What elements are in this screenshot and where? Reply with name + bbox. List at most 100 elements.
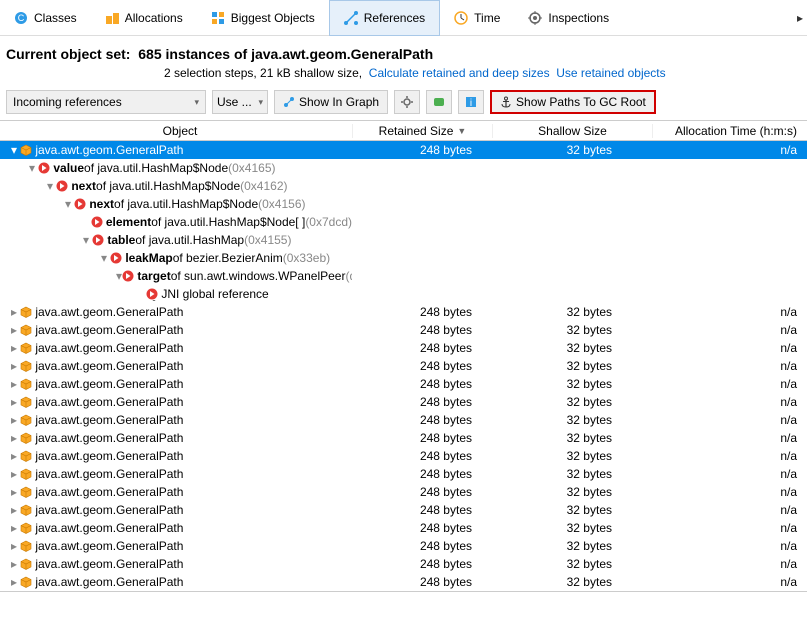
heap-button[interactable] (426, 90, 452, 114)
view-tabs: C Classes Allocations Biggest Objects Re… (0, 0, 807, 36)
allocations-icon (105, 11, 119, 25)
tab-overflow-button[interactable]: ▸ (797, 11, 807, 25)
tree-row[interactable]: ▸ java.awt.geom.GeneralPath248 bytes32 b… (0, 537, 807, 555)
use-dropdown[interactable]: Use ...▾ (212, 90, 268, 114)
tree-row[interactable]: ▸ java.awt.geom.GeneralPath248 bytes32 b… (0, 429, 807, 447)
alloc-time: n/a (652, 467, 807, 481)
object-icon (20, 504, 32, 516)
tab-allocations[interactable]: Allocations (91, 0, 197, 36)
twisty-closed[interactable]: ▸ (8, 449, 20, 463)
twisty-closed[interactable]: ▸ (8, 359, 20, 373)
object-icon (20, 576, 32, 588)
twisty-open[interactable]: ▾ (62, 197, 74, 211)
tree-row[interactable]: ▸ java.awt.geom.GeneralPath248 bytes32 b… (0, 483, 807, 501)
tree-row[interactable]: ▾ next of java.util.HashMap$Node (0x4156… (0, 195, 807, 213)
object-icon (20, 432, 32, 444)
twisty-closed[interactable]: ▸ (8, 485, 20, 499)
object-label: java.awt.geom.GeneralPath (35, 431, 183, 445)
twisty-closed[interactable]: ▸ (8, 341, 20, 355)
twisty-open[interactable]: ▾ (98, 251, 110, 265)
settings-button[interactable] (394, 90, 420, 114)
reference-icon (122, 270, 134, 282)
shallow-size: 32 bytes (492, 539, 652, 553)
reference-type-dropdown[interactable]: Incoming references▾ (6, 90, 206, 114)
alloc-time: n/a (652, 485, 807, 499)
tree-row[interactable]: ▸ java.awt.geom.GeneralPath248 bytes32 b… (0, 573, 807, 591)
chevron-down-icon: ▾ (258, 97, 263, 108)
tree-row[interactable]: ▸ java.awt.geom.GeneralPath248 bytes32 b… (0, 303, 807, 321)
tree-row[interactable]: ▸ java.awt.geom.GeneralPath248 bytes32 b… (0, 447, 807, 465)
tree-row[interactable]: ▸ java.awt.geom.GeneralPath248 bytes32 b… (0, 465, 807, 483)
shallow-size: 32 bytes (492, 359, 652, 373)
object-label: of java.util.HashMap$Node (114, 197, 258, 211)
link-use-retained[interactable]: Use retained objects (556, 66, 665, 80)
twisty-closed[interactable]: ▸ (8, 521, 20, 535)
tree-row[interactable]: ▸ java.awt.geom.GeneralPath248 bytes32 b… (0, 375, 807, 393)
alloc-time: n/a (652, 341, 807, 355)
object-label: java.awt.geom.GeneralPath (35, 485, 183, 499)
chevron-down-icon: ▾ (194, 97, 199, 108)
twisty-closed[interactable]: ▸ (8, 467, 20, 481)
object-icon (20, 450, 32, 462)
col-shallow[interactable]: Shallow Size (492, 124, 652, 138)
show-in-graph-button[interactable]: Show In Graph (274, 90, 388, 114)
twisty-closed[interactable]: ▸ (8, 305, 20, 319)
twisty-closed[interactable]: ▸ (8, 557, 20, 571)
shallow-size: 32 bytes (492, 395, 652, 409)
show-paths-to-gc-root-button[interactable]: Show Paths To GC Root (490, 90, 656, 114)
tree-row[interactable]: element of java.util.HashMap$Node[ ] (0x… (0, 213, 807, 231)
tab-biggest-objects[interactable]: Biggest Objects (197, 0, 329, 36)
tree-row[interactable]: ▸ java.awt.geom.GeneralPath248 bytes32 b… (0, 357, 807, 375)
object-label: of java.util.HashMap$Node (96, 179, 240, 193)
time-icon (454, 11, 468, 25)
tree-row[interactable]: ▸ java.awt.geom.GeneralPath248 bytes32 b… (0, 393, 807, 411)
retained-size: 248 bytes (352, 143, 492, 157)
twisty-closed[interactable]: ▸ (8, 575, 20, 589)
twisty-open[interactable]: ▾ (44, 179, 56, 193)
col-object[interactable]: Object (0, 124, 352, 138)
tree-row[interactable]: ▸ java.awt.geom.GeneralPath248 bytes32 b… (0, 555, 807, 573)
twisty-closed[interactable]: ▸ (8, 323, 20, 337)
alloc-time: n/a (652, 377, 807, 391)
info-button[interactable]: i (458, 90, 484, 114)
tree-row[interactable]: ▸ java.awt.geom.GeneralPath248 bytes32 b… (0, 519, 807, 537)
tree-row[interactable]: JNI global reference (0, 285, 807, 303)
tree-row[interactable]: ▾ next of java.util.HashMap$Node (0x4162… (0, 177, 807, 195)
retained-size: 248 bytes (352, 467, 492, 481)
twisty-open[interactable]: ▾ (80, 233, 92, 247)
retained-size: 248 bytes (352, 377, 492, 391)
tree-row[interactable]: ▸ java.awt.geom.GeneralPath248 bytes32 b… (0, 321, 807, 339)
twisty-closed[interactable]: ▸ (8, 431, 20, 445)
col-alloc[interactable]: Allocation Time (h:m:s) (652, 124, 807, 138)
tree-row[interactable]: ▾ table of java.util.HashMap (0x4155) (0, 231, 807, 249)
twisty-closed[interactable]: ▸ (8, 503, 20, 517)
object-address: (0x4155) (244, 233, 291, 247)
twisty-closed[interactable]: ▸ (8, 395, 20, 409)
tree-row[interactable]: ▾ java.awt.geom.GeneralPath248 bytes32 b… (0, 141, 807, 159)
link-calculate-sizes[interactable]: Calculate retained and deep sizes (369, 66, 550, 80)
tree-row[interactable]: ▸ java.awt.geom.GeneralPath248 bytes32 b… (0, 411, 807, 429)
col-retained[interactable]: Retained Size ▼ (352, 124, 492, 138)
tree-row[interactable]: ▾ target of sun.awt.windows.WPanelPeer (… (0, 267, 807, 285)
object-icon (20, 396, 32, 408)
twisty-closed[interactable]: ▸ (8, 413, 20, 427)
twisty-closed[interactable]: ▸ (8, 377, 20, 391)
alloc-time: n/a (652, 395, 807, 409)
alloc-time: n/a (652, 413, 807, 427)
retained-size: 248 bytes (352, 359, 492, 373)
tab-time[interactable]: Time (440, 0, 514, 36)
shallow-size: 32 bytes (492, 467, 652, 481)
tab-inspections[interactable]: Inspections (514, 0, 623, 36)
tab-classes[interactable]: C Classes (0, 0, 91, 36)
field-name: leakMap (125, 251, 172, 265)
gear-icon (400, 95, 414, 109)
twisty-open[interactable]: ▾ (26, 161, 38, 175)
tree-row[interactable]: ▸ java.awt.geom.GeneralPath248 bytes32 b… (0, 501, 807, 519)
tree-row[interactable]: ▾ value of java.util.HashMap$Node (0x416… (0, 159, 807, 177)
twisty-closed[interactable]: ▸ (8, 539, 20, 553)
tab-references[interactable]: References (329, 0, 440, 36)
twisty-open[interactable]: ▾ (8, 143, 20, 157)
tree-row[interactable]: ▾ leakMap of bezier.BezierAnim (0x33eb) (0, 249, 807, 267)
svg-text:C: C (18, 13, 25, 23)
tree-row[interactable]: ▸ java.awt.geom.GeneralPath248 bytes32 b… (0, 339, 807, 357)
